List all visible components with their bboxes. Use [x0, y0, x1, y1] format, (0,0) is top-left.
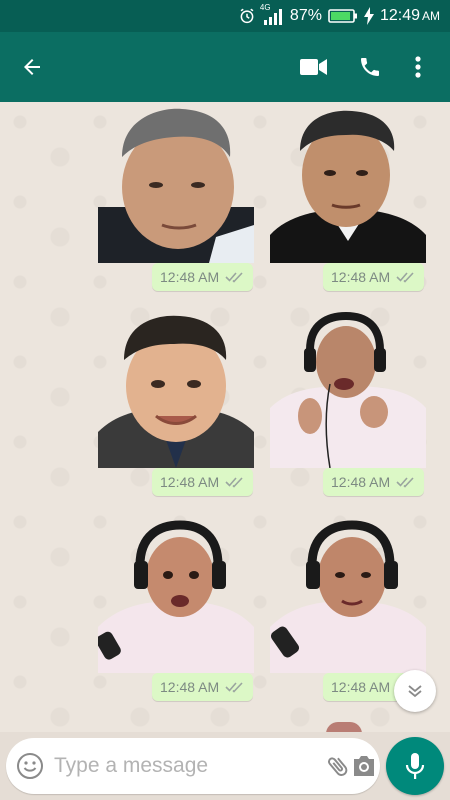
network-type: 4G — [259, 3, 271, 12]
charging-icon — [363, 7, 374, 25]
message-meta: 12:48 AM — [323, 263, 425, 291]
voice-call-button[interactable] — [342, 43, 398, 91]
sticker-message[interactable] — [98, 517, 254, 673]
message-time: 12:48 AM — [331, 679, 391, 695]
sticker-message-partial[interactable] — [326, 722, 362, 732]
scroll-to-bottom-button[interactable] — [394, 670, 436, 712]
double-check-icon — [396, 477, 414, 488]
battery-icon — [328, 8, 358, 24]
more-options-button[interactable] — [398, 43, 438, 91]
video-call-button[interactable] — [286, 43, 342, 91]
message-meta: 12:48 AM — [152, 263, 254, 291]
clock: 12:49 AM — [380, 7, 440, 25]
message-time: 12:48 AM — [160, 474, 220, 490]
double-check-icon — [225, 272, 243, 283]
microphone-icon — [405, 753, 425, 779]
status-bar: 4G 87% 12:49 AM — [0, 0, 450, 32]
double-check-icon — [225, 682, 243, 693]
message-composer — [6, 738, 380, 794]
attach-button[interactable] — [325, 744, 351, 788]
chat-header — [0, 32, 450, 102]
double-check-icon — [225, 477, 243, 488]
arrow-left-icon — [24, 59, 40, 75]
message-input[interactable] — [44, 754, 325, 778]
message-time: 12:48 AM — [331, 474, 391, 490]
message-meta: 12:48 AM — [152, 673, 254, 701]
clock-ampm: AM — [422, 9, 440, 23]
clock-time: 12:49 — [379, 7, 420, 24]
sticker-message[interactable] — [270, 107, 426, 263]
message-meta: 12:48 AM — [152, 468, 254, 496]
camera-icon — [354, 756, 374, 776]
message-meta: 12:48 AM — [323, 468, 425, 496]
sticker-message[interactable] — [270, 312, 426, 468]
double-chevron-down-icon — [408, 685, 422, 698]
back-button[interactable] — [12, 47, 52, 87]
video-camera-icon — [300, 59, 327, 75]
emoji-button[interactable] — [16, 748, 44, 784]
phone-icon — [361, 58, 379, 76]
sticker-message[interactable] — [98, 312, 254, 468]
message-time: 12:48 AM — [331, 269, 391, 285]
sticker-message[interactable] — [98, 107, 254, 263]
smiley-icon — [17, 753, 43, 779]
sticker-message[interactable] — [270, 517, 426, 673]
voice-record-button[interactable] — [386, 737, 444, 795]
more-vert-icon — [415, 56, 421, 78]
battery-percent: 87% — [289, 7, 322, 24]
alarm-icon — [238, 7, 256, 25]
double-check-icon — [396, 272, 414, 283]
paperclip-icon — [328, 757, 348, 776]
chat-area[interactable]: 12:48 AM 12:48 AM 12:48 AM 12:48 AM 12:4… — [0, 102, 450, 732]
camera-button[interactable] — [351, 744, 377, 788]
signal-icon: 4G — [260, 3, 284, 25]
message-time: 12:48 AM — [160, 269, 220, 285]
message-time: 12:48 AM — [160, 679, 220, 695]
